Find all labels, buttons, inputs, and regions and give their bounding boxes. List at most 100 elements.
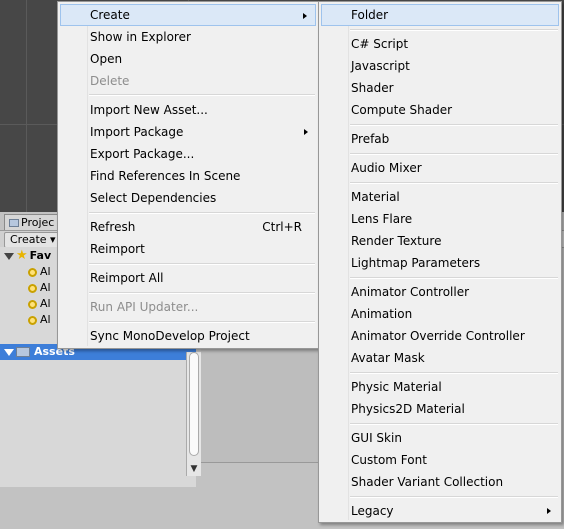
menu-item-folder[interactable]: Folder: [321, 4, 559, 26]
menu-item-import-new-asset[interactable]: Import New Asset...: [60, 99, 316, 121]
search-icon: [28, 299, 37, 309]
menu-item-open[interactable]: Open: [60, 48, 316, 70]
scroll-thumb[interactable]: [189, 352, 199, 456]
menu-item-label: Shader Variant Collection: [351, 475, 504, 489]
search-icon: [28, 315, 37, 325]
favorite-item[interactable]: Al: [28, 312, 51, 328]
menu-item-find-references[interactable]: Find References In Scene: [60, 165, 316, 187]
favorite-item-label: Al: [40, 313, 51, 326]
menu-separator: [89, 212, 315, 214]
menu-item-refresh[interactable]: Refresh Ctrl+R: [60, 216, 316, 238]
favorites-row[interactable]: ★ Fav: [0, 248, 51, 264]
submenu-arrow-icon: [303, 13, 307, 19]
search-icon: [28, 283, 37, 293]
menu-item-label: Animator Override Controller: [351, 329, 525, 343]
menu-item-label: Javascript: [351, 59, 410, 73]
menu-item-label: Open: [90, 52, 123, 66]
menu-item-custom-font[interactable]: Custom Font: [321, 449, 559, 471]
menu-item-create[interactable]: Create: [60, 4, 316, 26]
menu-separator: [350, 182, 558, 184]
menu-item-label: Physic Material: [351, 380, 442, 394]
menu-separator: [350, 372, 558, 374]
menu-item-physics2d-material[interactable]: Physics2D Material: [321, 398, 559, 420]
menu-item-label: Show in Explorer: [90, 30, 191, 44]
favorites-label: Fav: [29, 249, 52, 262]
menu-item-prefab[interactable]: Prefab: [321, 128, 559, 150]
menu-item-label: Find References In Scene: [90, 169, 241, 183]
menu-item-label: Render Texture: [351, 234, 442, 248]
create-submenu: Folder C# Script Javascript Shader Compu…: [318, 1, 562, 523]
favorite-item[interactable]: Al: [28, 264, 51, 280]
favorite-item[interactable]: Al: [28, 280, 51, 296]
menu-separator: [89, 292, 315, 294]
menu-item-render-texture[interactable]: Render Texture: [321, 230, 559, 252]
menu-item-shader-variant-collection[interactable]: Shader Variant Collection: [321, 471, 559, 493]
menu-item-label: Reimport: [90, 242, 145, 256]
menu-item-gui-skin[interactable]: GUI Skin: [321, 427, 559, 449]
menu-item-compute-shader[interactable]: Compute Shader: [321, 99, 559, 121]
menu-item-export-package[interactable]: Export Package...: [60, 143, 316, 165]
favorite-item[interactable]: Al: [28, 296, 51, 312]
menu-item-label: Avatar Mask: [351, 351, 425, 365]
menu-item-label: Delete: [90, 74, 130, 88]
star-icon: ★: [16, 248, 28, 263]
favorite-item-label: Al: [40, 265, 51, 278]
menu-item-shader[interactable]: Shader: [321, 77, 559, 99]
menu-item-animation[interactable]: Animation: [321, 303, 559, 325]
menu-item-label: Custom Font: [351, 453, 427, 467]
project-content-area[interactable]: [201, 342, 319, 463]
menu-item-select-dependencies[interactable]: Select Dependencies: [60, 187, 316, 209]
create-dropdown-button[interactable]: Create ▾: [4, 232, 62, 248]
menu-item-animator-controller[interactable]: Animator Controller: [321, 281, 559, 303]
menu-item-delete[interactable]: Delete: [60, 70, 316, 92]
menu-item-reimport[interactable]: Reimport: [60, 238, 316, 260]
menu-item-label: Import Package: [90, 125, 184, 139]
favorite-item-label: Al: [40, 297, 51, 310]
menu-item-label: GUI Skin: [351, 431, 402, 445]
menu-separator: [350, 124, 558, 126]
menu-item-label: Run API Updater...: [90, 300, 199, 314]
fold-arrow-icon[interactable]: [4, 252, 14, 260]
menu-item-label: Select Dependencies: [90, 191, 217, 205]
menu-item-label: Lens Flare: [351, 212, 413, 226]
menu-item-avatar-mask[interactable]: Avatar Mask: [321, 347, 559, 369]
menu-item-label: Animation: [351, 307, 413, 321]
menu-item-javascript[interactable]: Javascript: [321, 55, 559, 77]
project-tab-label: Projec: [21, 216, 55, 229]
menu-item-label: Audio Mixer: [351, 161, 422, 175]
menu-item-label: Physics2D Material: [351, 402, 465, 416]
project-tab[interactable]: Projec: [4, 214, 62, 230]
menu-item-csharp-script[interactable]: C# Script: [321, 33, 559, 55]
menu-item-lightmap-parameters[interactable]: Lightmap Parameters: [321, 252, 559, 274]
folder-icon: [16, 347, 30, 357]
menu-item-reimport-all[interactable]: Reimport All: [60, 267, 316, 289]
menu-item-label: Material: [351, 190, 400, 204]
menu-item-show-in-explorer[interactable]: Show in Explorer: [60, 26, 316, 48]
menu-item-material[interactable]: Material: [321, 186, 559, 208]
menu-item-label: Export Package...: [90, 147, 195, 161]
menu-item-label: Sync MonoDevelop Project: [90, 329, 250, 343]
submenu-arrow-icon: [547, 508, 551, 514]
menu-item-import-package[interactable]: Import Package: [60, 121, 316, 143]
menu-item-sync-monodevelop[interactable]: Sync MonoDevelop Project: [60, 325, 316, 347]
scene-grid-line: [26, 0, 27, 212]
menu-item-audio-mixer[interactable]: Audio Mixer: [321, 157, 559, 179]
menu-separator: [350, 423, 558, 425]
menu-item-shortcut: Ctrl+R: [262, 220, 302, 234]
menu-item-lens-flare[interactable]: Lens Flare: [321, 208, 559, 230]
context-menu: Create Show in Explorer Open Delete Impo…: [57, 1, 319, 349]
menu-item-label: Folder: [351, 8, 389, 22]
menu-item-physic-material[interactable]: Physic Material: [321, 376, 559, 398]
menu-item-run-api-updater[interactable]: Run API Updater...: [60, 296, 316, 318]
menu-item-label: Shader: [351, 81, 394, 95]
menu-item-label: Compute Shader: [351, 103, 453, 117]
fold-arrow-icon[interactable]: [4, 348, 14, 356]
tree-scrollbar[interactable]: ▼: [186, 352, 201, 476]
scroll-down-arrow-icon[interactable]: ▼: [187, 462, 201, 476]
menu-item-label: Import New Asset...: [90, 103, 208, 117]
menu-item-label: Reimport All: [90, 271, 164, 285]
submenu-arrow-icon: [304, 129, 308, 135]
menu-item-legacy[interactable]: Legacy: [321, 500, 559, 522]
menu-item-animator-override-controller[interactable]: Animator Override Controller: [321, 325, 559, 347]
favorite-item-label: Al: [40, 281, 51, 294]
